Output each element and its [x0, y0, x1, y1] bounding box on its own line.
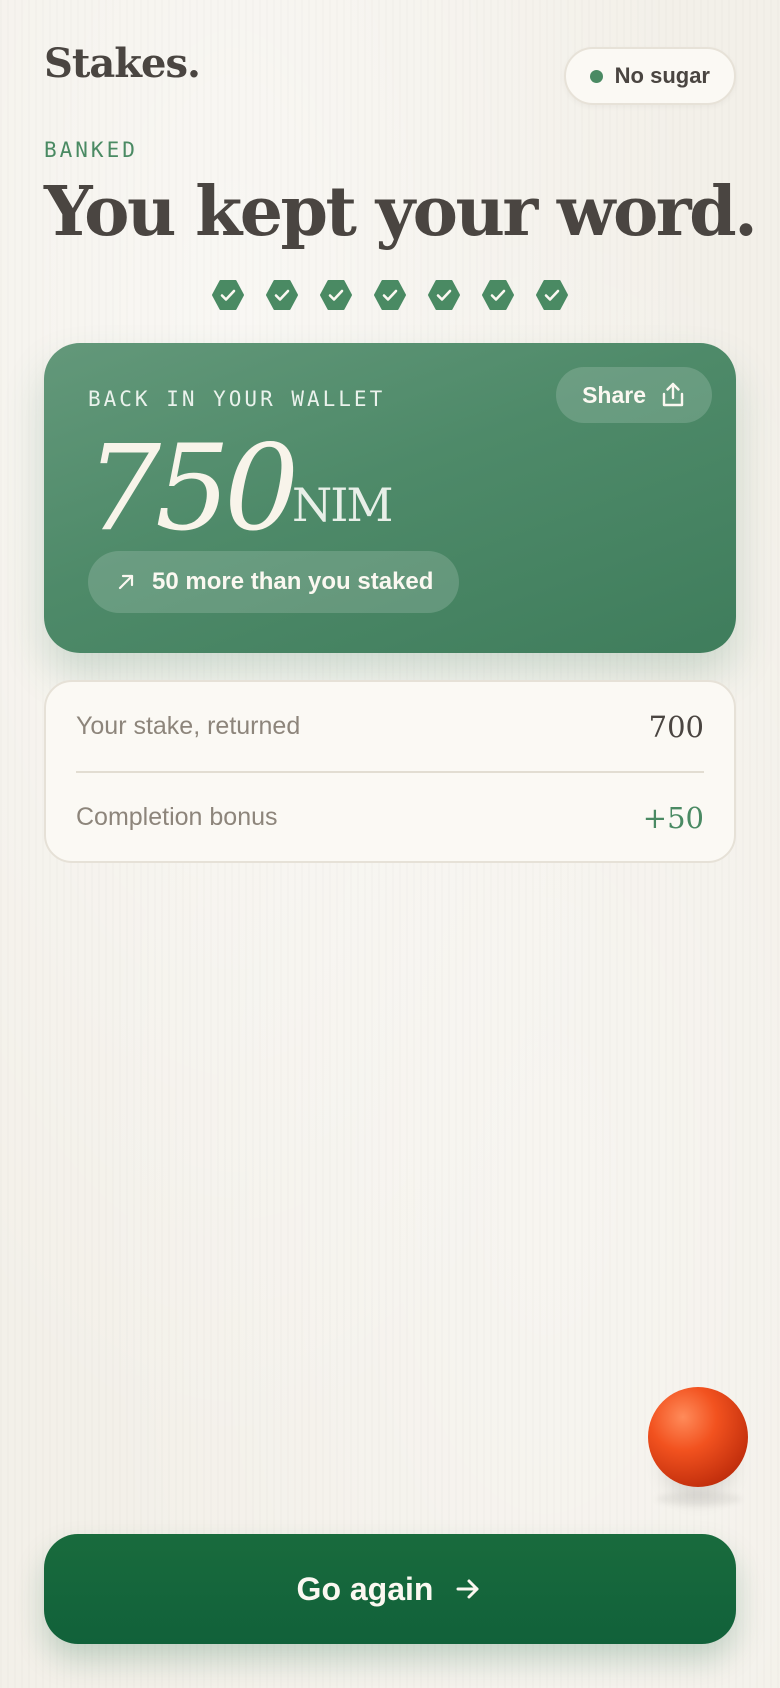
app-logo: Stakes. [44, 40, 201, 87]
go-again-button[interactable]: Go again [44, 1534, 736, 1644]
arrow-up-right-icon [118, 574, 134, 590]
share-icon [662, 382, 684, 407]
breakdown-row-value: 700 [648, 709, 704, 744]
wallet-card-label: BACK IN YOUR WALLET [88, 387, 386, 411]
payout-breakdown: Your stake, returned 700 Completion bonu… [44, 680, 736, 863]
check-hexagon-icon [319, 278, 353, 312]
status-dot [589, 69, 603, 83]
breakdown-row-label: Your stake, returned [76, 712, 301, 740]
status-pill[interactable]: No sugar [563, 47, 736, 105]
section-eyebrow: BANKED [44, 138, 138, 162]
check-hexagon-icon [211, 278, 245, 312]
wallet-currency-unit: NIM [292, 478, 394, 532]
breakdown-row-label: Completion bonus [76, 803, 278, 831]
check-hexagon-icon [265, 278, 299, 312]
breakdown-row-value: +50 [642, 800, 704, 835]
check-hexagon-icon [481, 278, 515, 312]
delta-badge-text: 50 more than you staked [152, 568, 434, 595]
delta-badge: 50 more than you staked [88, 551, 460, 613]
breakdown-row-stake: Your stake, returned 700 [76, 682, 704, 771]
page-title: You kept your word. [44, 172, 758, 252]
arrow-right-icon [456, 1579, 479, 1599]
status-pill-label: No sugar [614, 63, 710, 88]
check-hexagon-icon [427, 278, 461, 312]
completed-days-row [0, 278, 780, 312]
share-button[interactable]: Share [556, 367, 712, 423]
check-hexagon-icon [535, 278, 569, 312]
wallet-amount: 750 [86, 419, 299, 557]
orange-ball-decoration [648, 1387, 748, 1487]
ball-shadow [656, 1492, 742, 1506]
go-again-button-label: Go again [296, 1570, 434, 1607]
share-button-label: Share [582, 381, 646, 408]
check-hexagon-icon [373, 278, 407, 312]
wallet-card: BACK IN YOUR WALLET Share 750 NIM 50 mor… [44, 343, 736, 653]
breakdown-row-bonus: Completion bonus +50 [76, 771, 704, 862]
